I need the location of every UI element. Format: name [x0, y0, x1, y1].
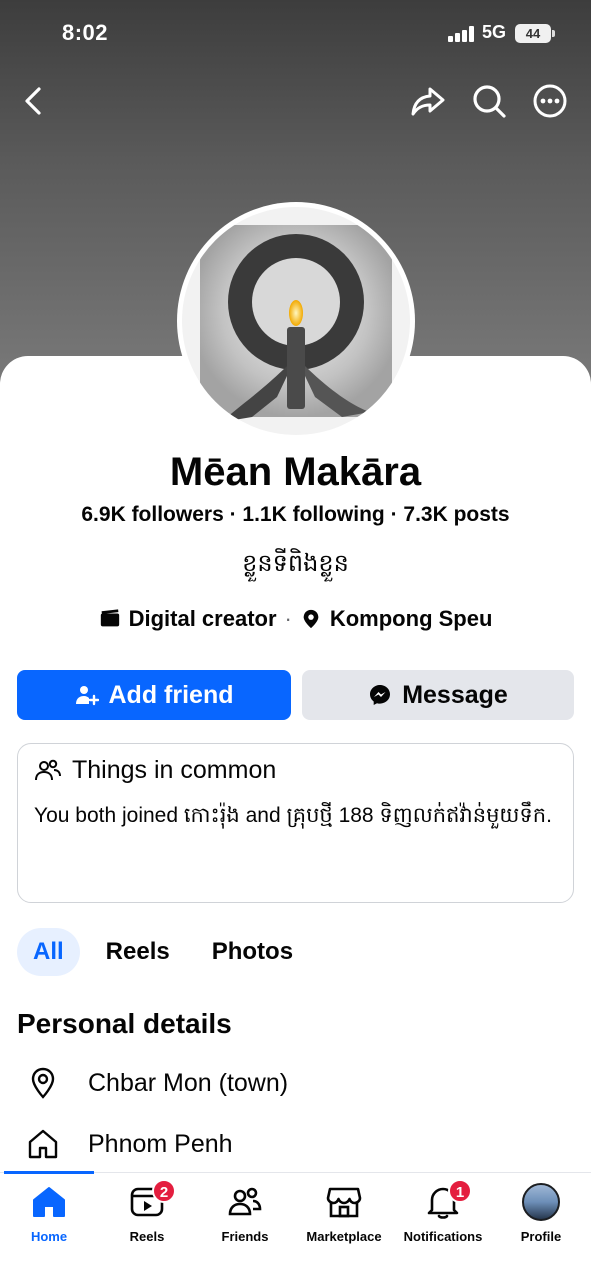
- tab-reels[interactable]: Reels: [90, 928, 186, 976]
- add-friend-button[interactable]: Add friend: [17, 670, 291, 720]
- separator-dot: ·: [284, 606, 292, 631]
- battery-icon: 44: [515, 24, 555, 43]
- nav-marketplace[interactable]: Marketplace: [295, 1183, 393, 1244]
- more-icon: [533, 84, 567, 118]
- profile-tabs: All Reels Photos: [17, 928, 319, 976]
- home-outline-icon: [28, 1129, 58, 1159]
- profile-meta: Digital creator · Kompong Speu: [0, 606, 591, 632]
- nav-profile-label: Profile: [520, 1229, 562, 1244]
- status-bar: 8:02 5G 44: [0, 0, 591, 68]
- nav-profile[interactable]: Profile: [492, 1183, 590, 1244]
- common-text-suffix: .: [546, 804, 552, 827]
- profile-stats[interactable]: 6.9K followers · 1.1K following · 7.3K p…: [0, 503, 591, 527]
- candle-ribbon-image: [182, 207, 410, 435]
- clapperboard-icon: [100, 609, 119, 627]
- detail-from: Phnom Penh: [26, 1127, 233, 1161]
- more-button[interactable]: [529, 80, 571, 122]
- share-button[interactable]: [407, 80, 449, 122]
- back-button[interactable]: [14, 80, 56, 122]
- search-icon: [473, 85, 506, 118]
- friends-icon: [228, 1187, 262, 1216]
- messenger-icon: [370, 685, 391, 705]
- common-group-2[interactable]: គ្រុបថ្មី 188 ទិញលក់ឥវ៉ាន់មួយទឹក: [286, 804, 546, 827]
- location-pin-outline-icon: [31, 1067, 55, 1099]
- things-in-common-title: Things in common: [72, 756, 277, 784]
- things-in-common-text: You both joined កោះរ៉ុង and គ្រុបថ្មី 18…: [34, 797, 557, 835]
- reels-badge: 2: [152, 1179, 176, 1203]
- marketplace-icon: [326, 1187, 362, 1218]
- nav-reels[interactable]: 2 Reels: [98, 1179, 196, 1244]
- detail-lives-text: Chbar Mon (town): [88, 1068, 289, 1097]
- common-text-prefix: You both joined: [34, 804, 184, 827]
- detail-lives-in: Chbar Mon (town): [26, 1066, 288, 1100]
- profile-bio: ខ្លួនទីពិងខ្លួន: [242, 550, 349, 577]
- tab-all[interactable]: All: [17, 928, 80, 976]
- home-icon: [33, 1187, 65, 1217]
- status-time: 8:02: [62, 20, 109, 45]
- bottom-nav: Home 2 Reels Friends Marketplace 1 Notif…: [0, 1171, 591, 1280]
- profile-picture[interactable]: [177, 202, 415, 440]
- common-text-mid: and: [239, 804, 287, 827]
- nav-reels-label: Reels: [129, 1229, 165, 1244]
- share-icon: [411, 87, 445, 116]
- network-label: 5G: [482, 22, 507, 42]
- nav-friends[interactable]: Friends: [196, 1183, 294, 1244]
- nav-notifications[interactable]: 1 Notifications: [394, 1179, 492, 1244]
- common-group-1[interactable]: កោះរ៉ុង: [184, 804, 240, 827]
- profile-name: Mēan Makāra: [169, 450, 422, 494]
- nav-marketplace-label: Marketplace: [306, 1229, 382, 1244]
- personal-details-title: Personal details: [17, 1008, 232, 1039]
- profile-avatar-thumb: [522, 1183, 560, 1221]
- location-pin-icon: [303, 609, 319, 629]
- message-button[interactable]: Message: [302, 670, 574, 720]
- nav-friends-label: Friends: [221, 1229, 269, 1244]
- message-label: Message: [402, 680, 508, 709]
- nav-home[interactable]: Home: [0, 1183, 98, 1244]
- tab-photos[interactable]: Photos: [196, 928, 309, 976]
- things-in-common-card[interactable]: Things in common You both joined កោះរ៉ុង…: [17, 743, 574, 903]
- profile-location: Kompong Speu: [329, 606, 493, 631]
- people-icon: [35, 759, 61, 780]
- profile-category: Digital creator: [128, 606, 277, 631]
- search-button[interactable]: [468, 80, 510, 122]
- nav-active-indicator: [4, 1171, 94, 1174]
- add-person-icon: [75, 686, 99, 706]
- detail-from-text: Phnom Penh: [88, 1129, 233, 1158]
- notifications-badge: 1: [448, 1179, 472, 1203]
- add-friend-label: Add friend: [108, 680, 234, 709]
- nav-home-label: Home: [30, 1229, 68, 1244]
- nav-notifications-label: Notifications: [403, 1229, 483, 1244]
- chevron-left-icon: [25, 87, 41, 115]
- signal-icon: [448, 26, 476, 42]
